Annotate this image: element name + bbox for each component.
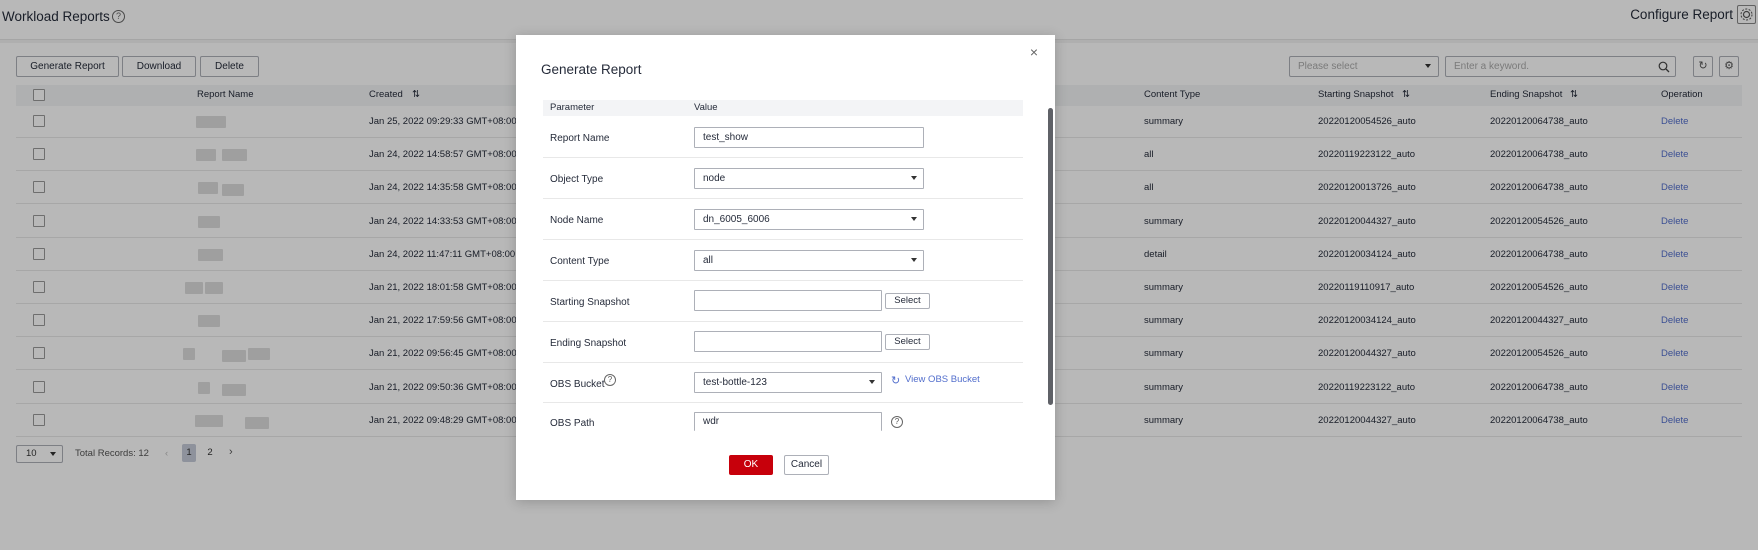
obs-bucket-label: OBS Bucket [550,379,605,390]
node-name-value: dn_6005_6006 [703,214,770,225]
row-divider [543,157,1023,158]
column-value: Value [694,102,718,113]
content-type-value: all [703,255,714,266]
object-type-select[interactable]: node [694,168,924,189]
parameter-table-header [543,100,1023,116]
ending-snapshot-label: Ending Snapshot [550,338,627,349]
row-divider [543,362,1023,363]
view-obs-bucket-link[interactable]: View OBS Bucket [905,374,980,385]
chevron-down-icon [869,380,875,384]
row-divider [543,321,1023,322]
report-name-input[interactable]: test_show [694,127,924,148]
obs-bucket-select[interactable]: test-bottle-123 [694,372,882,393]
refresh-icon[interactable]: ↻ [891,374,900,387]
chevron-down-icon [911,258,917,262]
help-icon[interactable]: ? [604,374,616,386]
row-divider [543,280,1023,281]
dialog-title: Generate Report [541,62,642,77]
report-name-label: Report Name [550,133,610,144]
object-type-label: Object Type [550,174,604,185]
obs-path-label: OBS Path [550,418,595,429]
column-parameter: Parameter [550,102,595,113]
starting-snapshot-input[interactable] [694,290,882,311]
chevron-down-icon [911,217,917,221]
row-divider [543,402,1023,403]
row-divider [543,198,1023,199]
obs-bucket-value: test-bottle-123 [703,377,767,388]
node-name-select[interactable]: dn_6005_6006 [694,209,924,230]
content-type-label: Content Type [550,256,610,267]
dialog-scrollbar[interactable] [1048,108,1053,405]
chevron-down-icon [911,176,917,180]
cancel-button[interactable]: Cancel [784,455,829,475]
help-icon[interactable]: ? [891,416,903,428]
ending-snapshot-input[interactable] [694,331,882,352]
starting-snapshot-label: Starting Snapshot [550,297,630,308]
content-type-select[interactable]: all [694,250,924,271]
ok-button[interactable]: OK [729,455,773,475]
generate-report-dialog: Generate Report × Parameter Value Report… [516,35,1055,500]
obs-path-input[interactable]: wdr [694,412,882,431]
object-type-value: node [703,173,726,184]
row-divider [543,239,1023,240]
ending-snapshot-select-button[interactable]: Select [885,334,930,350]
starting-snapshot-select-button[interactable]: Select [885,293,930,309]
close-icon[interactable]: × [1027,45,1041,59]
node-name-label: Node Name [550,215,604,226]
